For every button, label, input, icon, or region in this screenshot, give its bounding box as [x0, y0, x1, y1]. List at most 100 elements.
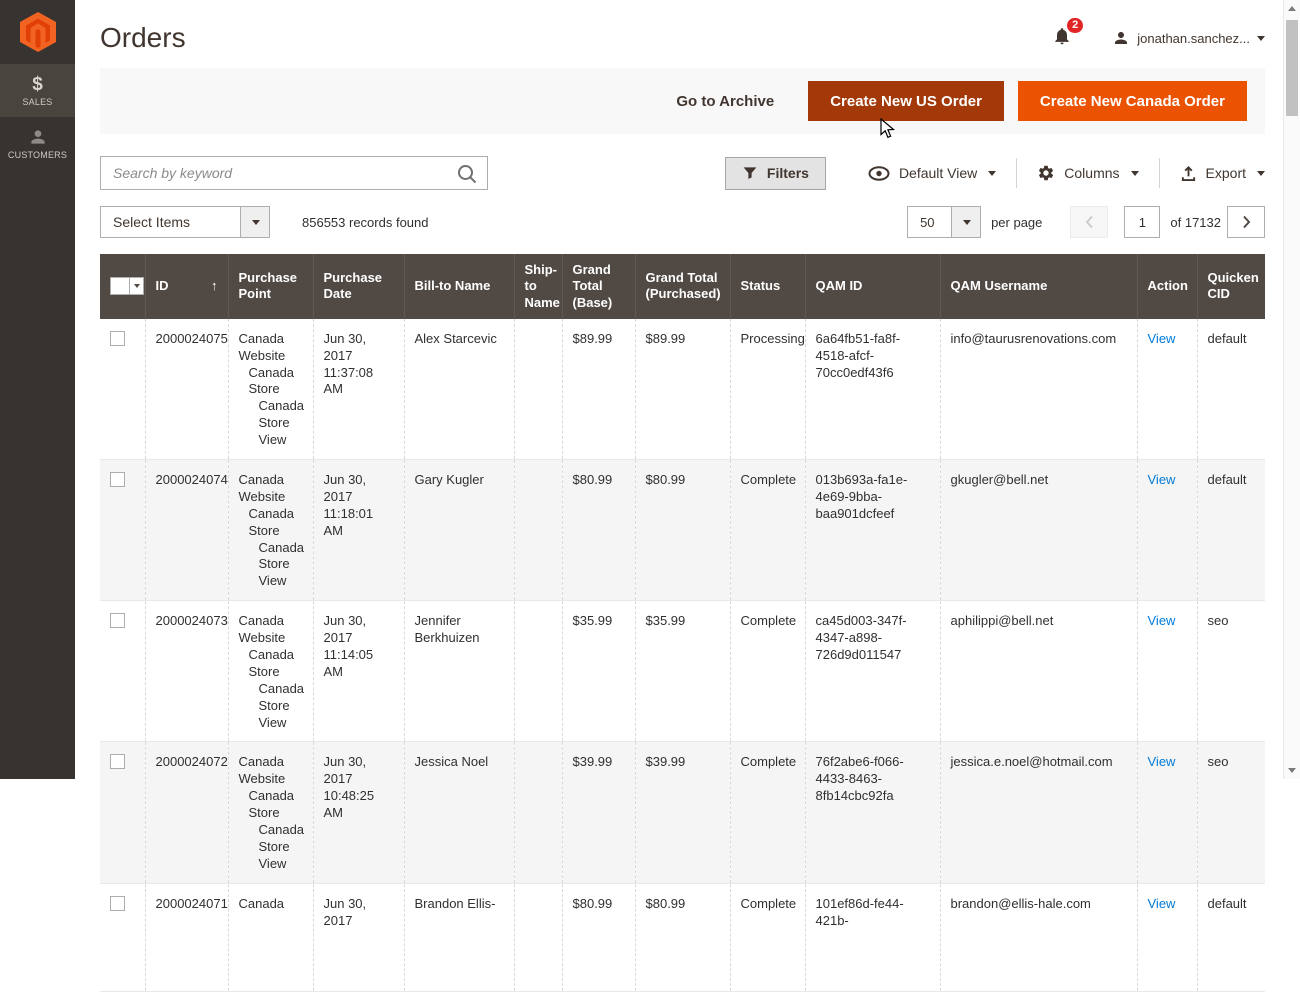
view-switcher[interactable]: Default View — [848, 165, 1016, 181]
cell-action: View — [1137, 319, 1197, 460]
go-to-archive-button[interactable]: Go to Archive — [670, 92, 780, 111]
dropdown-caret — [951, 207, 980, 237]
cell-purchase-date: Jun 30, 2017 11:14:05 AM — [313, 601, 404, 742]
row-checkbox[interactable] — [110, 754, 125, 769]
person-icon — [28, 127, 48, 147]
chevron-down-icon — [252, 220, 260, 225]
cell-total-base: $80.99 — [562, 883, 635, 991]
cell-bill-to: Gary Kugler — [404, 459, 514, 600]
notifications-button[interactable]: 2 — [1052, 26, 1072, 51]
cell-quicken-cid: seo — [1197, 742, 1265, 883]
checkbox-box — [111, 278, 129, 294]
create-canada-order-button[interactable]: Create New Canada Order — [1018, 81, 1247, 121]
table-row: 2000024071 Canada Jun 30, 2017 Brandon E… — [100, 883, 1265, 991]
user-menu[interactable]: jonathan.sanchez... — [1112, 29, 1265, 47]
purchase-point-store: Canada Store — [239, 647, 303, 681]
magento-logo[interactable] — [0, 0, 75, 64]
row-checkbox[interactable] — [110, 472, 125, 487]
table-row: 2000024075 Canada Website Canada Store C… — [100, 319, 1265, 460]
create-us-order-button[interactable]: Create New US Order — [808, 81, 1004, 121]
view-link[interactable]: View — [1148, 754, 1176, 769]
purchase-date: Jun 30, 2017 — [324, 331, 394, 365]
table-header-row: ID ↑ Purchase Point Purchase Date Bill-t… — [100, 254, 1265, 319]
cell-ship-to — [514, 459, 562, 600]
cell-total-purchased: $39.99 — [635, 742, 730, 883]
col-header-quicken-cid[interactable]: Quicken CID — [1197, 254, 1265, 319]
cell-qam-id: ca45d003-347f-4347-a898-726d9d011547 — [805, 601, 940, 742]
row-checkbox[interactable] — [110, 613, 125, 628]
purchase-point-store: Canada Store — [239, 506, 303, 540]
cell-status: Processing — [730, 319, 805, 460]
cell-qam-id: 101ef86d-fe44-421b- — [805, 883, 940, 991]
purchase-point-store-view: Canada Store View — [239, 398, 303, 449]
cell-select — [100, 883, 145, 991]
cell-qam-username: info@taurusrenovations.com — [940, 319, 1137, 460]
view-link[interactable]: View — [1148, 896, 1176, 911]
scroll-up-arrow-icon[interactable] — [1288, 6, 1296, 11]
main-content: Orders 2 jonathan.sanchez... Go to Archi… — [75, 0, 1300, 992]
cell-total-purchased: $89.99 — [635, 319, 730, 460]
col-header-purchase-date[interactable]: Purchase Date — [313, 254, 404, 319]
orders-table: ID ↑ Purchase Point Purchase Date Bill-t… — [100, 254, 1265, 992]
next-page-button[interactable] — [1227, 206, 1265, 238]
gear-icon — [1037, 164, 1055, 182]
per-page-select[interactable]: 50 — [907, 206, 981, 238]
cell-status: Complete — [730, 459, 805, 600]
col-header-qam-username[interactable]: QAM Username — [940, 254, 1137, 319]
col-header-status[interactable]: Status — [730, 254, 805, 319]
export-control[interactable]: Export — [1160, 165, 1265, 182]
columns-label: Columns — [1064, 165, 1119, 181]
cell-ship-to — [514, 883, 562, 991]
grid-view-controls: Filters Default View Columns — [725, 157, 1265, 190]
page-title: Orders — [100, 22, 186, 54]
search-icon[interactable] — [456, 163, 478, 190]
cell-bill-to: Brandon Ellis- — [404, 883, 514, 991]
view-link[interactable]: View — [1148, 613, 1176, 628]
purchase-date: Jun 30, 2017 — [324, 613, 394, 647]
sidebar-nav: $ SALES CUSTOMERS — [0, 64, 75, 170]
sidebar-item-label: SALES — [22, 97, 52, 107]
cell-purchase-point: Canada Website Canada Store Canada Store… — [228, 742, 313, 883]
per-page-label: per page — [991, 215, 1042, 230]
cell-select — [100, 601, 145, 742]
cell-qam-username: gkugler@bell.net — [940, 459, 1137, 600]
cell-quicken-cid: default — [1197, 319, 1265, 460]
sidebar-item-customers[interactable]: CUSTOMERS — [0, 117, 75, 170]
col-header-ship-to-name[interactable]: Ship-to Name — [514, 254, 562, 319]
cell-purchase-point: Canada Website Canada Store Canada Store… — [228, 459, 313, 600]
col-header-qam-id[interactable]: QAM ID — [805, 254, 940, 319]
col-header-bill-to-name[interactable]: Bill-to Name — [404, 254, 514, 319]
select-items-dropdown[interactable]: Select Items — [100, 206, 270, 238]
cell-action: View — [1137, 883, 1197, 991]
cell-total-base: $39.99 — [562, 742, 635, 883]
col-header-grand-total-base[interactable]: Grand Total (Base) — [562, 254, 635, 319]
scrollbar-thumb[interactable] — [1286, 20, 1298, 116]
total-pages-label: of 17132 — [1170, 215, 1221, 230]
columns-control[interactable]: Columns — [1017, 164, 1158, 182]
row-checkbox[interactable] — [110, 331, 125, 346]
scroll-down-arrow-icon[interactable] — [1288, 768, 1296, 773]
view-link[interactable]: View — [1148, 472, 1176, 487]
pagination: 50 per page of 17132 — [907, 206, 1265, 238]
col-header-id[interactable]: ID ↑ — [145, 254, 228, 319]
grid-controls-row: Select Items 856553 records found 50 per… — [100, 206, 1265, 238]
cell-status: Complete — [730, 883, 805, 991]
row-checkbox[interactable] — [110, 896, 125, 911]
page-number-input[interactable] — [1124, 206, 1160, 238]
vertical-scrollbar[interactable] — [1283, 0, 1300, 779]
purchase-point-website: Canada Website — [239, 472, 303, 506]
select-all-checkbox[interactable] — [110, 277, 144, 295]
cell-qam-username: jessica.e.noel@hotmail.com — [940, 742, 1137, 883]
filters-button[interactable]: Filters — [725, 157, 826, 190]
view-link[interactable]: View — [1148, 331, 1176, 346]
purchase-date: Jun 30, 2017 — [324, 472, 394, 506]
previous-page-button[interactable] — [1070, 206, 1108, 238]
search-input[interactable] — [101, 157, 445, 189]
col-header-select — [100, 254, 145, 319]
chevron-down-icon — [1131, 171, 1139, 176]
col-header-action[interactable]: Action — [1137, 254, 1197, 319]
col-header-purchase-point[interactable]: Purchase Point — [228, 254, 313, 319]
col-header-grand-total-purchased[interactable]: Grand Total (Purchased) — [635, 254, 730, 319]
cell-total-base: $89.99 — [562, 319, 635, 460]
sidebar-item-sales[interactable]: $ SALES — [0, 64, 75, 117]
